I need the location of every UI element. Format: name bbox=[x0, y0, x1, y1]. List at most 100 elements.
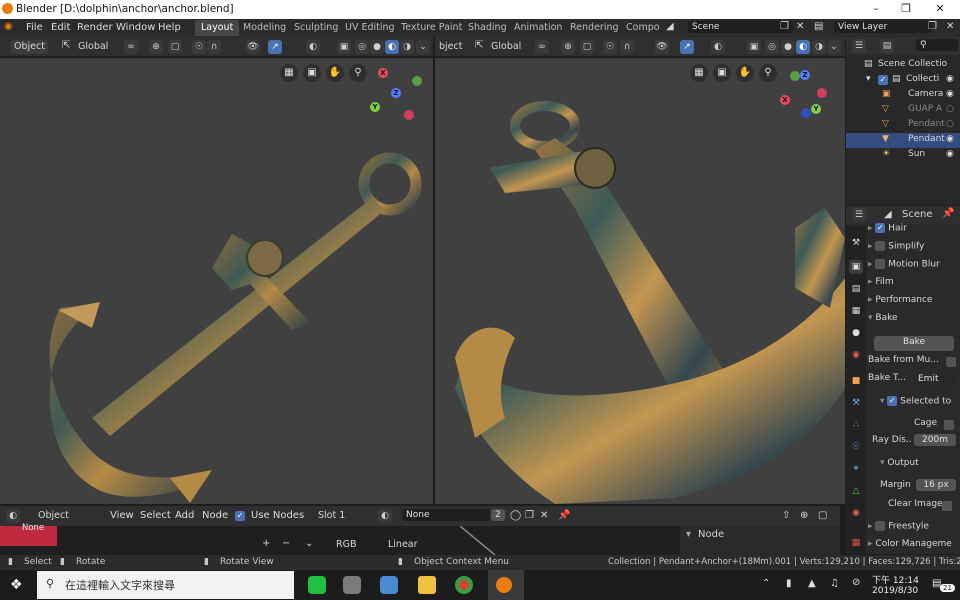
selected-to-active-row[interactable]: ▾ ✓ Selected to bbox=[880, 396, 960, 412]
gizmo-neg-y[interactable] bbox=[412, 76, 422, 86]
outliner-item-guap[interactable]: ▽ GUAP A ○ bbox=[846, 103, 960, 118]
snap-icon[interactable]: ⊕ bbox=[561, 40, 575, 54]
app-icon[interactable] bbox=[343, 576, 361, 594]
data-tab-icon[interactable]: △ bbox=[849, 484, 863, 498]
eye-icon[interactable]: ◉ bbox=[946, 89, 954, 99]
image-users-count[interactable]: 2 bbox=[491, 509, 505, 521]
new-image-icon[interactable]: ❐ bbox=[525, 510, 534, 521]
wifi-icon[interactable]: ▲ bbox=[808, 578, 816, 589]
cage-checkbox[interactable] bbox=[944, 420, 954, 430]
zoom-in-icon[interactable]: + bbox=[262, 538, 270, 549]
scene-tab-icon[interactable]: ● bbox=[849, 326, 863, 340]
material-tab-icon[interactable]: ◉ bbox=[849, 506, 863, 520]
image-browse-icon[interactable]: ◐ bbox=[378, 509, 392, 523]
gizmo-x-axis[interactable]: X bbox=[780, 95, 790, 105]
menu-window[interactable]: Window bbox=[116, 22, 155, 33]
pivot-icon[interactable]: ∞ bbox=[535, 40, 549, 54]
proportional-edit-icon[interactable]: ☉ bbox=[603, 40, 617, 54]
motion-blur-panel[interactable]: ▸ Motion Blur bbox=[868, 259, 960, 275]
tab-sculpting[interactable]: Sculpting bbox=[288, 20, 344, 36]
clock-date[interactable]: 2019/8/30 bbox=[872, 586, 918, 596]
rendered-shading-icon[interactable]: ◑ bbox=[400, 40, 414, 54]
clock-time[interactable]: 下午 12:14 bbox=[872, 573, 919, 586]
selected-to-checkbox[interactable]: ✓ bbox=[887, 396, 898, 406]
node-menu-view[interactable]: View bbox=[110, 510, 134, 521]
include-checkbox[interactable]: ✓ bbox=[878, 75, 888, 85]
xray-icon[interactable]: ▣ bbox=[747, 40, 761, 54]
node-panel-expand-icon[interactable]: ▾ bbox=[686, 529, 691, 540]
material-shading-icon[interactable]: ◐ bbox=[796, 40, 810, 54]
output-tab-icon[interactable]: ▤ bbox=[849, 282, 863, 296]
shading-options-icon[interactable]: ⌄ bbox=[416, 40, 430, 54]
object-tab-icon[interactable]: ■ bbox=[849, 374, 863, 388]
zoom-icon[interactable]: ⚲ bbox=[349, 64, 367, 82]
right-mode-selector[interactable]: bject bbox=[435, 40, 462, 54]
outliner-item-pendant-1[interactable]: ▽ Pendant ○ bbox=[846, 118, 960, 133]
ray-distance-field[interactable]: 200m bbox=[914, 434, 956, 446]
tab-shading[interactable]: Shading bbox=[462, 20, 513, 36]
outliner-item-scene-collection[interactable]: ▤ Scene Collectio bbox=[846, 58, 960, 73]
node-overlay-icon[interactable]: ▢ bbox=[818, 510, 827, 521]
mute-icon[interactable]: ⊘ bbox=[852, 577, 860, 588]
editor-type-icon[interactable]: ◐ bbox=[6, 509, 20, 523]
output-panel[interactable]: ▾ Output bbox=[880, 458, 960, 474]
eye-icon[interactable]: ◉ bbox=[946, 134, 954, 144]
clear-image-checkbox[interactable] bbox=[942, 501, 952, 511]
performance-panel[interactable]: ▸ Performance bbox=[868, 295, 960, 311]
parent-node-icon[interactable]: ⇧ bbox=[782, 510, 790, 521]
menu-edit[interactable]: Edit bbox=[51, 22, 70, 33]
outliner-item-collection[interactable]: ▾ ✓ ▤ Collecti ◉ bbox=[846, 73, 960, 88]
perspective-grid-icon[interactable]: ▦ bbox=[690, 64, 708, 82]
physics-tab-icon[interactable]: ☉ bbox=[849, 440, 863, 454]
rendered-shading-icon[interactable]: ◑ bbox=[812, 40, 826, 54]
file-explorer-icon[interactable] bbox=[418, 576, 436, 594]
editor-type-icon[interactable]: ☰ bbox=[852, 39, 866, 53]
maximize-icon[interactable]: ❐ bbox=[896, 2, 916, 15]
eye-icon[interactable]: ◉ bbox=[946, 149, 954, 159]
unlink-icon[interactable]: ✕ bbox=[540, 510, 548, 521]
menu-help[interactable]: Help bbox=[158, 22, 181, 33]
tab-uv-editing[interactable]: UV Editing bbox=[339, 20, 401, 36]
display-mode-icon[interactable]: ▤ bbox=[880, 39, 894, 53]
chevron-down-icon[interactable]: ⌄ bbox=[305, 538, 313, 549]
zoom-out-icon[interactable]: − bbox=[282, 538, 290, 549]
snap-node-icon[interactable]: ⊕ bbox=[800, 510, 808, 521]
freestyle-panel[interactable]: ▸ Freestyle bbox=[868, 521, 960, 537]
solid-shading-icon[interactable]: ● bbox=[781, 40, 795, 54]
eye-hidden-icon[interactable]: ○ bbox=[946, 104, 954, 114]
tab-layout[interactable]: Layout bbox=[195, 20, 240, 36]
gizmo-x-axis[interactable]: X bbox=[378, 68, 388, 78]
outliner-item-pendant-2[interactable]: ▼ Pendant ◉ bbox=[846, 133, 960, 148]
margin-field[interactable]: 16 px bbox=[916, 479, 956, 491]
expand-icon[interactable]: ▾ bbox=[866, 74, 871, 84]
blender-menu-icon[interactable]: ◉ bbox=[4, 21, 13, 32]
render-tab-icon[interactable]: ▣ bbox=[849, 260, 863, 274]
line-app-icon[interactable] bbox=[308, 576, 326, 594]
gizmo-z-axis[interactable]: Z bbox=[391, 88, 401, 98]
snap-target-icon[interactable]: ▢ bbox=[580, 40, 594, 54]
slot-selector[interactable]: Slot 1 bbox=[314, 509, 370, 523]
delete-scene-icon[interactable]: ✕ bbox=[796, 21, 804, 32]
pan-hand-icon[interactable]: ✋ bbox=[736, 64, 754, 82]
pan-hand-icon[interactable]: ✋ bbox=[326, 64, 344, 82]
pivot-icon[interactable]: ∞ bbox=[124, 40, 138, 54]
gizmo-toggle-icon[interactable]: ↗ bbox=[268, 40, 282, 54]
tab-texture-paint[interactable]: Texture Paint bbox=[395, 20, 468, 36]
new-scene-icon[interactable]: ❐ bbox=[780, 21, 789, 32]
zoom-icon[interactable]: ⚲ bbox=[759, 64, 777, 82]
delete-view-layer-icon[interactable]: ✕ bbox=[946, 21, 954, 32]
outliner-item-sun[interactable]: ☀ Sun ◉ bbox=[846, 148, 960, 163]
new-view-layer-icon[interactable]: ❐ bbox=[928, 21, 937, 32]
gizmo-neg-x[interactable] bbox=[404, 110, 414, 120]
falloff-icon[interactable]: ∩ bbox=[207, 40, 221, 54]
tray-chevron-icon[interactable]: ⌃ bbox=[762, 578, 770, 589]
constraints-tab-icon[interactable]: ⚭ bbox=[849, 462, 863, 476]
falloff-icon[interactable]: ∩ bbox=[620, 40, 634, 54]
tab-modeling[interactable]: Modeling bbox=[237, 20, 292, 36]
modifier-tab-icon[interactable]: ⚒ bbox=[849, 396, 863, 410]
perspective-grid-icon[interactable]: ▦ bbox=[280, 64, 298, 82]
camera-view-icon[interactable]: ▣ bbox=[303, 64, 321, 82]
bake-panel[interactable]: ▾ Bake bbox=[868, 313, 960, 329]
simplify-checkbox[interactable] bbox=[875, 241, 886, 251]
view-layer-tab-icon[interactable]: ▦ bbox=[849, 304, 863, 318]
